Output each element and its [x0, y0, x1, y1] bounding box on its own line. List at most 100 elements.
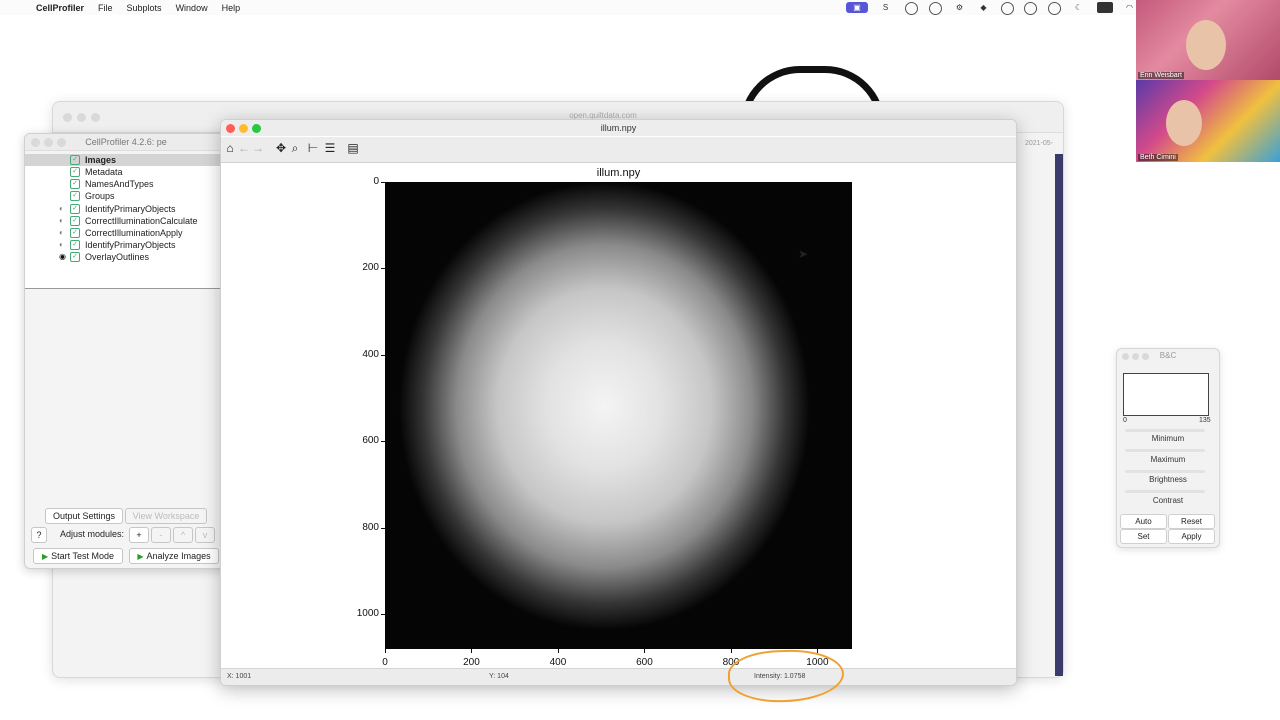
- browser-minimize-button[interactable]: [77, 113, 86, 122]
- module-check-icon[interactable]: ✓: [70, 167, 80, 177]
- module-check-icon[interactable]: ✓: [70, 191, 80, 201]
- menu-bar: CellProfiler File Subplots Window Help ▣…: [0, 0, 1280, 15]
- menu-app-name[interactable]: CellProfiler: [36, 3, 84, 13]
- start-test-mode-label: Start Test Mode: [51, 551, 115, 561]
- zoom-icon[interactable]: ⌕: [288, 141, 302, 155]
- participant-name-1: Erin Weisbart: [1138, 72, 1184, 79]
- module-item-correctilluminationcalculate[interactable]: ◐ ✓ CorrectIlluminationCalculate: [25, 215, 221, 227]
- y-tick-label: 200: [362, 262, 379, 274]
- module-item-metadata[interactable]: ✓ Metadata: [25, 166, 221, 178]
- module-check-icon[interactable]: ✓: [70, 252, 80, 262]
- maximum-label: Maximum: [1150, 455, 1186, 464]
- y-tick-mark: [381, 614, 385, 616]
- info-icon[interactable]: [1024, 2, 1037, 15]
- auto-button[interactable]: Auto: [1120, 514, 1167, 529]
- illumination-image[interactable]: [385, 182, 852, 649]
- x-tick-label: 400: [549, 657, 567, 668]
- module-check-icon[interactable]: ✓: [70, 240, 80, 250]
- moon-icon[interactable]: ☾: [1073, 2, 1084, 13]
- s-app-icon[interactable]: S: [880, 2, 891, 13]
- module-check-icon[interactable]: ✓: [70, 155, 80, 165]
- y-tick-mark: [381, 354, 385, 356]
- help-button[interactable]: ?: [31, 527, 47, 543]
- participant-face: [1186, 20, 1226, 70]
- status-icon[interactable]: [905, 2, 918, 15]
- brightness-slider[interactable]: [1125, 470, 1205, 473]
- check-circle-icon[interactable]: [1048, 2, 1061, 15]
- eye-icon[interactable]: ◉: [59, 251, 66, 263]
- menu-help[interactable]: Help: [222, 3, 241, 13]
- cp-zoom-button[interactable]: [57, 138, 66, 147]
- browser-zoom-button[interactable]: [91, 113, 100, 122]
- minimum-slider[interactable]: [1125, 429, 1205, 432]
- figure-status-bar: X: 1001 Y: 104 Intensity: 1.0758: [221, 668, 1016, 685]
- module-check-icon[interactable]: ✓: [70, 228, 80, 238]
- module-item-identifyprimaryobjects[interactable]: ◐ ✓ IdentifyPrimaryObjects: [25, 203, 221, 215]
- home-icon[interactable]: ⌂: [223, 141, 237, 155]
- figure-close-button[interactable]: [226, 124, 235, 133]
- set-button[interactable]: Set: [1120, 529, 1167, 544]
- back-icon[interactable]: ←: [237, 141, 251, 155]
- module-item-overlayoutlines[interactable]: ◉ ✓ OverlayOutlines: [25, 251, 221, 263]
- brightness-contrast-panel: B&C 0 135 Minimum Maximum Brightness Con…: [1116, 348, 1220, 548]
- output-settings-button[interactable]: Output Settings: [45, 508, 123, 524]
- module-item-identifyprimaryobjects-2[interactable]: ◐ ✓ IdentifyPrimaryObjects: [25, 239, 221, 251]
- battery-icon[interactable]: [1097, 2, 1113, 13]
- browser-close-button[interactable]: [63, 113, 72, 122]
- contrast-slider[interactable]: [1125, 490, 1205, 493]
- module-item-images[interactable]: ✓ Images: [25, 154, 221, 166]
- menu-window[interactable]: Window: [176, 3, 208, 13]
- shield-icon[interactable]: [929, 2, 942, 15]
- participant-face: [1166, 100, 1202, 146]
- eye-icon[interactable]: ◐: [59, 215, 64, 227]
- subplots-icon[interactable]: ⊢: [306, 141, 320, 155]
- reset-button[interactable]: Reset: [1168, 514, 1215, 529]
- move-up-button[interactable]: ^: [173, 527, 193, 543]
- save-icon[interactable]: ▤: [346, 141, 360, 155]
- figure-zoom-button[interactable]: [252, 124, 261, 133]
- menu-file[interactable]: File: [98, 3, 113, 13]
- hist-max: 135: [1199, 417, 1211, 424]
- cellprofiler-title: CellProfiler 4.2.6: pe: [25, 134, 227, 151]
- module-label: IdentifyPrimaryObjects: [85, 240, 176, 250]
- apply-button[interactable]: Apply: [1168, 529, 1215, 544]
- play-icon: ▶: [137, 552, 144, 561]
- module-label: OverlayOutlines: [85, 252, 150, 262]
- module-item-namesandtypes[interactable]: ✓ NamesAndTypes: [25, 178, 221, 190]
- cp-minimize-button[interactable]: [44, 138, 53, 147]
- eye-icon[interactable]: ◐: [59, 227, 64, 239]
- module-check-icon[interactable]: ✓: [70, 204, 80, 214]
- module-label: Groups: [85, 191, 115, 201]
- module-check-icon[interactable]: ✓: [70, 216, 80, 226]
- eye-icon[interactable]: ◐: [59, 239, 64, 251]
- analyze-images-button[interactable]: ▶ Analyze Images: [129, 548, 219, 564]
- view-workspace-button[interactable]: View Workspace: [125, 508, 207, 524]
- module-check-icon[interactable]: ✓: [70, 179, 80, 189]
- move-down-button[interactable]: v: [195, 527, 215, 543]
- x-tick-label: 0: [382, 657, 388, 668]
- bc-title: B&C: [1159, 351, 1177, 360]
- x-tick-mark: [385, 649, 386, 653]
- gear-icon[interactable]: ⚙: [954, 2, 965, 13]
- menu-subplots[interactable]: Subplots: [127, 3, 162, 13]
- screen-share-icon[interactable]: ▣: [846, 2, 868, 13]
- wifi-icon[interactable]: ◠: [1124, 2, 1135, 13]
- pan-icon[interactable]: ✥: [274, 141, 288, 155]
- maximum-slider[interactable]: [1125, 449, 1205, 452]
- video-tile-1: Erin Weisbart: [1136, 0, 1280, 80]
- eye-icon[interactable]: ◐: [59, 203, 64, 215]
- forward-icon[interactable]: →: [251, 141, 265, 155]
- cp-close-button[interactable]: [31, 138, 40, 147]
- remove-module-button[interactable]: -: [151, 527, 171, 543]
- circle-icon[interactable]: [1001, 2, 1014, 15]
- module-item-groups[interactable]: ✓ Groups: [25, 190, 221, 202]
- start-test-mode-button[interactable]: ▶ Start Test Mode: [33, 548, 123, 564]
- dropbox-icon[interactable]: ◆: [978, 2, 989, 13]
- y-tick-mark: [381, 527, 385, 529]
- y-tick-label: 600: [362, 435, 379, 447]
- module-item-correctilluminationapply[interactable]: ◐ ✓ CorrectIlluminationApply: [25, 227, 221, 239]
- customize-icon[interactable]: ☰: [323, 141, 337, 155]
- add-module-button[interactable]: +: [129, 527, 149, 543]
- browser-date-hint: 2021-05-: [1024, 140, 1053, 147]
- figure-minimize-button[interactable]: [239, 124, 248, 133]
